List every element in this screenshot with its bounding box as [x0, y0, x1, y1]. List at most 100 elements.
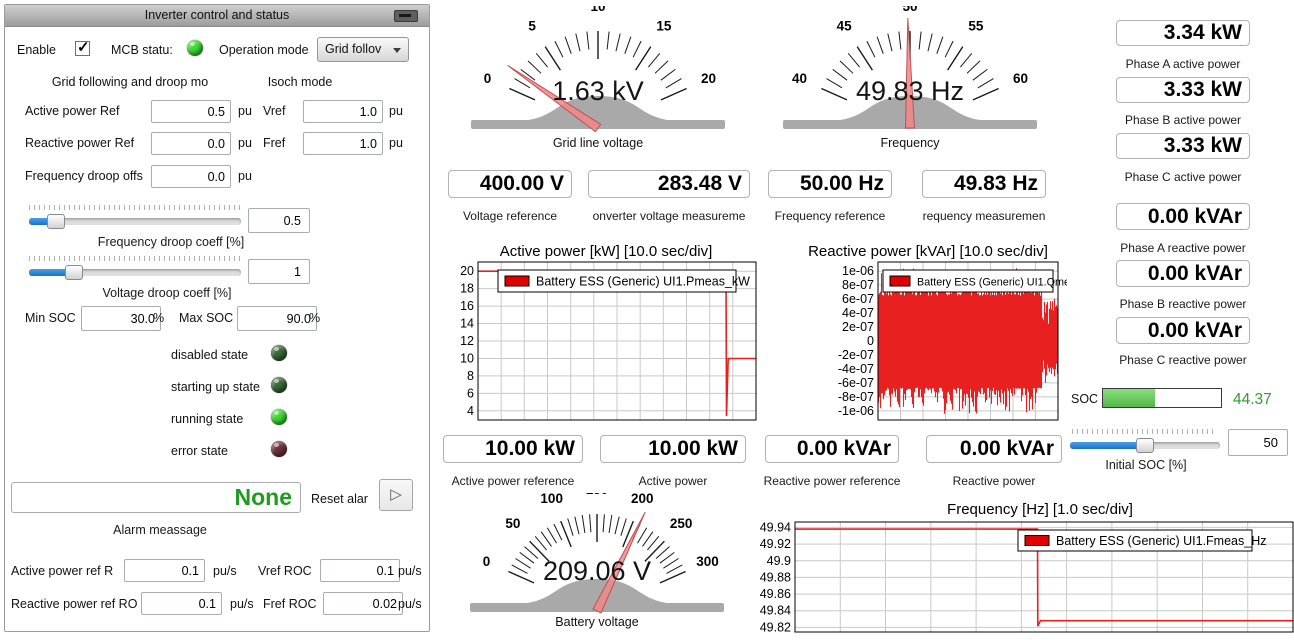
phase-a-reactive-power-display: 0.00 kVAr [1116, 203, 1250, 230]
min-soc-unit: % [153, 311, 165, 325]
svg-text:-8e-07: -8e-07 [838, 390, 874, 404]
phase-c-reactive-power-display: 0.00 kVAr [1116, 317, 1250, 344]
phase-b-reactive-power-display: 0.00 kVAr [1116, 260, 1250, 287]
svg-text:8e-07: 8e-07 [842, 278, 874, 292]
svg-text:-2e-07: -2e-07 [838, 348, 874, 362]
freq-droop-offset-input[interactable] [151, 165, 231, 188]
freq-droop-slider-thumb[interactable] [47, 214, 65, 229]
svg-text:Frequency [Hz] [1.0 sec/div]: Frequency [Hz] [1.0 sec/div] [947, 501, 1133, 518]
frequency-reading: 49.83 Hz [855, 76, 965, 106]
svg-text:6: 6 [467, 386, 474, 400]
initial-soc-slider-ticks [1072, 429, 1217, 434]
volt-droop-slider-track[interactable] [29, 269, 241, 276]
max-soc-unit: % [309, 311, 321, 325]
svg-text:18: 18 [460, 282, 474, 296]
alarm-message-box: None [11, 482, 301, 513]
active-power-ref-unit: pu [238, 104, 252, 118]
fref-roc-unit: pu/s [398, 597, 422, 611]
active-power-roc-label: Active power ref R [11, 564, 114, 578]
active-power-ref-label: Active power Ref [25, 104, 120, 118]
chevron-down-icon [393, 48, 401, 53]
section-isoch: Isoch mode [267, 75, 333, 89]
svg-text:2e-07: 2e-07 [842, 320, 874, 334]
fref-roc-input[interactable] [323, 592, 403, 615]
voltage-reference-display: 400.00 V [448, 170, 572, 198]
svg-text:0: 0 [867, 334, 874, 348]
svg-text:Battery ESS (Generic) UI1.Pmea: Battery ESS (Generic) UI1.Pmeas_kW [536, 275, 750, 289]
section-grid-following: Grid following and droop mo [51, 75, 209, 89]
phase-c-active-power-display: 3.33 kW [1116, 133, 1250, 159]
svg-text:Reactive power [kVAr] [10.0 se: Reactive power [kVAr] [10.0 sec/div] [808, 243, 1048, 260]
svg-text:1e-06: 1e-06 [842, 264, 874, 278]
operation-mode-label: Operation mode [219, 43, 309, 57]
vref-unit: pu [389, 104, 403, 118]
svg-text:14: 14 [460, 317, 474, 331]
svg-text:50: 50 [902, 6, 917, 14]
disabled-state-label: disabled state [171, 348, 249, 362]
volt-droop-slider-thumb[interactable] [65, 265, 83, 280]
svg-text:-6e-07: -6e-07 [838, 376, 874, 390]
svg-text:Battery ESS (Generic) UI1.Fmea: Battery ESS (Generic) UI1.Fmeas_Hz [1056, 534, 1266, 548]
reactive-power-roc-unit: pu/s [230, 597, 254, 611]
vref-label: Vref [263, 104, 286, 118]
operation-mode-dropdown[interactable]: Grid follov [317, 37, 409, 62]
panel-title: Inverter control and status [144, 8, 290, 22]
svg-text:5: 5 [528, 19, 536, 34]
reactive-power-reference-display: 0.00 kVAr [765, 435, 899, 463]
voltage-reference-label: Voltage reference [462, 209, 558, 223]
converter-voltage-display: 283.48 V [588, 170, 750, 198]
reactive-power-ref-unit: pu [238, 136, 252, 150]
alarm-caption: Alarm meassage [113, 523, 207, 537]
svg-text:50: 50 [505, 516, 520, 531]
panel-titlebar[interactable]: Inverter control and status [5, 5, 429, 27]
vref-input[interactable] [303, 100, 383, 123]
active-power-roc-input[interactable] [124, 559, 205, 582]
reactive-power-display: 0.00 kVAr [926, 435, 1062, 463]
battery-voltage-reading: 209.06 V [542, 556, 652, 586]
vref-roc-unit: pu/s [398, 564, 422, 578]
running-state-led [271, 409, 287, 425]
initial-soc-slider-thumb[interactable] [1136, 438, 1154, 453]
svg-text:20: 20 [460, 264, 474, 278]
fref-roc-label: Fref ROC [263, 597, 317, 611]
grid-voltage-caption: Grid line voltage [552, 136, 644, 150]
frequency-reference-label: Frequency reference [774, 209, 886, 223]
minimize-icon[interactable] [394, 10, 418, 22]
reactive-power-ref-input[interactable] [151, 132, 231, 155]
svg-text:49.86: 49.86 [760, 587, 791, 601]
svg-text:6e-07: 6e-07 [842, 292, 874, 306]
active-power-roc-unit: pu/s [213, 564, 237, 578]
svg-text:4: 4 [467, 404, 474, 418]
initial-soc-label: Initial SOC [%] [1105, 458, 1187, 472]
svg-text:49.88: 49.88 [760, 570, 791, 584]
running-state-label: running state [171, 412, 244, 426]
mcb-status-led [187, 40, 203, 56]
volt-droop-coeff-input[interactable] [248, 259, 310, 284]
soc-label: SOC [1071, 392, 1099, 406]
min-soc-input[interactable] [81, 306, 161, 331]
svg-text:100: 100 [540, 493, 563, 506]
phase-a-active-power-label: Phase A active power [1125, 57, 1241, 71]
soc-value: 44.37 [1233, 391, 1272, 408]
vref-roc-input[interactable] [320, 559, 400, 582]
reactive-power-label: Reactive power [952, 474, 1036, 488]
svg-text:49.84: 49.84 [760, 604, 791, 618]
freq-droop-slider-ticks [29, 205, 241, 210]
initial-soc-input[interactable] [1228, 429, 1288, 456]
fref-label: Fref [263, 136, 286, 150]
frequency-chart: Frequency [Hz] [1.0 sec/div] 49.94 49.92 49… [740, 498, 1294, 635]
enable-label: Enable [17, 43, 56, 57]
svg-text:200: 200 [631, 493, 654, 506]
svg-text:150: 150 [586, 493, 609, 497]
phase-a-active-power-display: 3.34 kW [1116, 20, 1250, 46]
fref-input[interactable] [303, 132, 383, 155]
reset-alarm-button[interactable]: ▷ [379, 479, 413, 511]
active-power-reference-display: 10.00 kW [443, 435, 583, 463]
active-power-ref-input[interactable] [151, 100, 231, 123]
max-soc-input[interactable] [237, 306, 317, 331]
enable-checkbox[interactable]: ✓ [75, 39, 90, 56]
reactive-power-roc-input[interactable] [141, 592, 222, 615]
svg-text:10: 10 [460, 352, 474, 366]
svg-text:-1e-06: -1e-06 [838, 404, 874, 418]
freq-droop-coeff-input[interactable] [248, 208, 310, 233]
